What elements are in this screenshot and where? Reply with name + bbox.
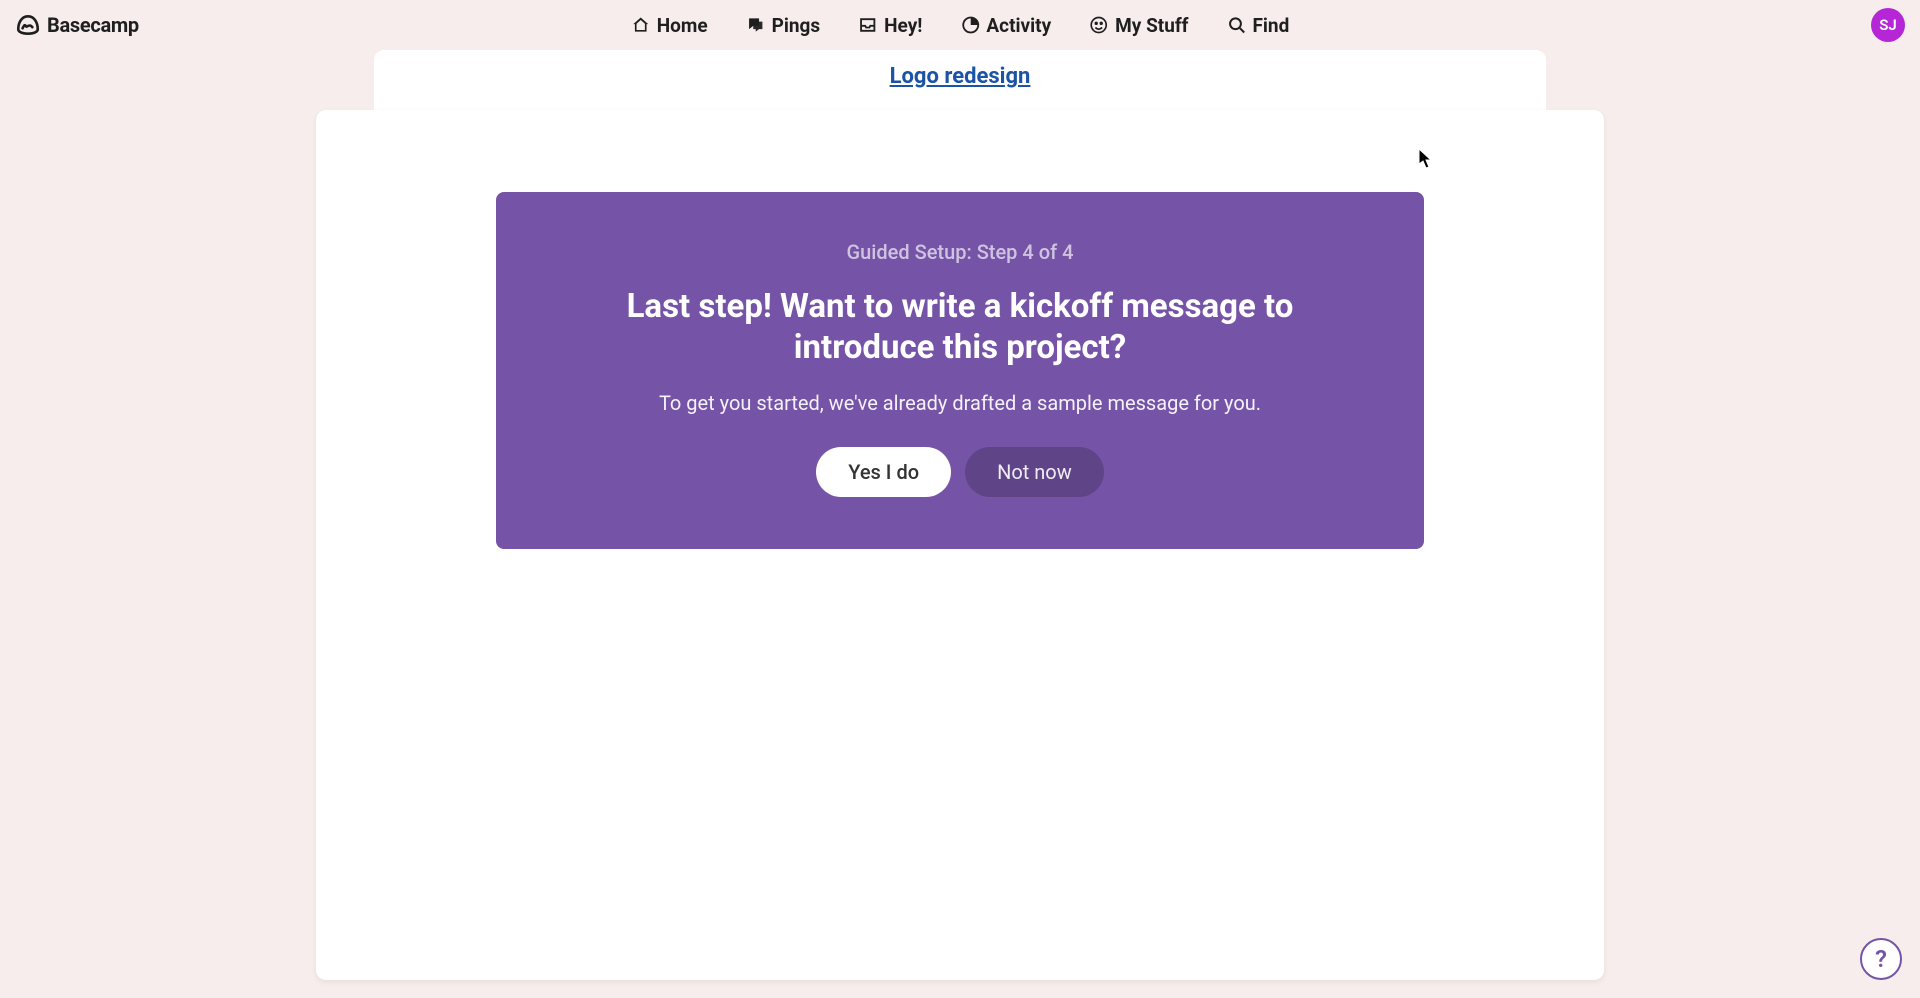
nav-mystuff-label: My Stuff: [1115, 14, 1188, 37]
nav-pings-label: Pings: [772, 14, 821, 37]
brand-name: Basecamp: [47, 13, 139, 37]
help-icon: ?: [1875, 945, 1887, 973]
nav-hey-label: Hey!: [884, 14, 922, 37]
yes-button[interactable]: Yes I do: [816, 447, 951, 497]
search-icon: [1226, 15, 1246, 35]
not-now-button[interactable]: Not now: [965, 447, 1104, 497]
face-icon: [1089, 15, 1109, 35]
guided-setup-panel: Guided Setup: Step 4 of 4 Last step! Wan…: [496, 192, 1424, 549]
help-button[interactable]: ?: [1860, 938, 1902, 980]
top-bar: Basecamp Home Pings Hey! Activity: [0, 0, 1920, 50]
brand-logo[interactable]: Basecamp: [15, 12, 139, 38]
main-content-card: Guided Setup: Step 4 of 4 Last step! Wan…: [316, 110, 1604, 980]
panel-heading: Last step! Want to write a kickoff messa…: [556, 286, 1364, 369]
nav-home-label: Home: [657, 14, 708, 37]
nav-hey[interactable]: Hey!: [858, 14, 922, 37]
avatar-initials: SJ: [1879, 16, 1897, 34]
step-indicator: Guided Setup: Step 4 of 4: [556, 240, 1364, 264]
nav-find-label: Find: [1252, 14, 1289, 37]
panel-actions: Yes I do Not now: [556, 447, 1364, 497]
user-avatar[interactable]: SJ: [1871, 8, 1905, 42]
pings-icon: [746, 15, 766, 35]
nav-find[interactable]: Find: [1226, 14, 1289, 37]
activity-icon: [960, 15, 980, 35]
main-nav: Home Pings Hey! Activity My Stuff: [631, 14, 1290, 37]
nav-home[interactable]: Home: [631, 14, 708, 37]
nav-activity-label: Activity: [986, 14, 1051, 37]
project-title-link[interactable]: Logo redesign: [890, 64, 1031, 89]
panel-subtext: To get you started, we've already drafte…: [556, 391, 1364, 415]
nav-activity[interactable]: Activity: [960, 14, 1051, 37]
nav-pings[interactable]: Pings: [746, 14, 821, 37]
nav-mystuff[interactable]: My Stuff: [1089, 14, 1188, 37]
inbox-icon: [858, 15, 878, 35]
home-icon: [631, 15, 651, 35]
basecamp-logo-icon: [15, 12, 41, 38]
